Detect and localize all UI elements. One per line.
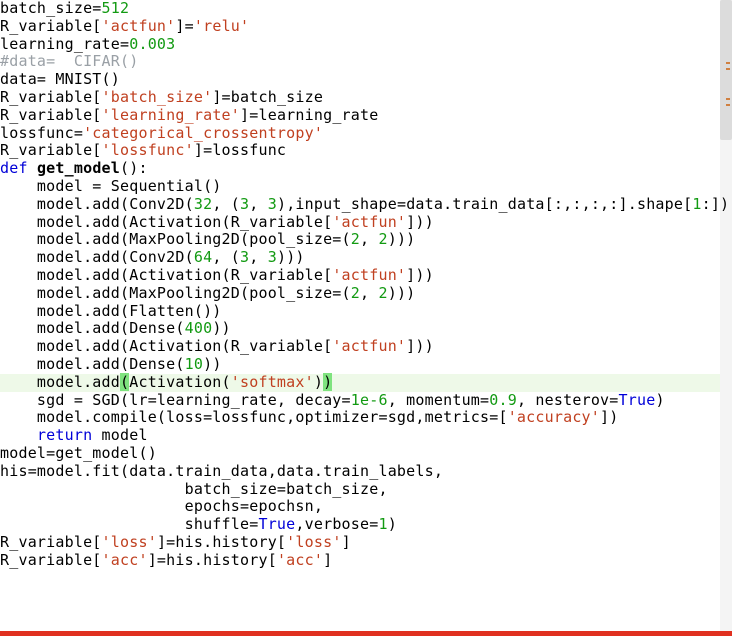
overview-mark [726,62,730,64]
code-line[interactable]: R_variable['loss']=his.history['loss'] [0,534,720,552]
code-line[interactable]: his=model.fit(data.train_data,data.train… [0,463,720,481]
code-line[interactable]: R_variable['learning_rate']=learning_rat… [0,107,720,125]
code-line[interactable]: shuffle=True,verbose=1) [0,516,720,534]
code-line[interactable]: R_variable['actfun']='relu' [0,18,720,36]
error-bar [0,631,732,636]
code-line[interactable]: batch_size=512 [0,0,720,18]
code-line[interactable]: model.add(Conv2D(32, (3, 3),input_shape=… [0,196,720,214]
code-line[interactable]: data= MNIST() [0,71,720,89]
code-line[interactable]: model.add(Dense(10)) [0,356,720,374]
code-line[interactable]: model.add(Flatten()) [0,303,720,321]
code-line[interactable]: sgd = SGD(lr=learning_rate, decay=1e-6, … [0,392,720,410]
overview-mark [726,68,730,70]
code-line[interactable]: model.add(Activation(R_variable['actfun'… [0,214,720,232]
code-area[interactable]: batch_size=512R_variable['actfun']='relu… [0,0,720,570]
code-line[interactable]: model.compile(loss=lossfunc,optimizer=sg… [0,409,720,427]
code-line[interactable]: model.add(Activation('softmax')) [0,374,720,392]
overview-mark [726,98,730,100]
code-line[interactable]: R_variable['acc']=his.history['acc'] [0,552,720,570]
code-line[interactable]: model.add(Conv2D(64, (3, 3))) [0,249,720,267]
code-line[interactable]: epochs=epochsn, [0,498,720,516]
scrollbar-thumb[interactable] [720,0,732,140]
code-line[interactable]: model.add(Activation(R_variable['actfun'… [0,338,720,356]
code-line[interactable]: R_variable['batch_size']=batch_size [0,89,720,107]
code-line[interactable]: model = Sequential() [0,178,720,196]
code-line[interactable]: model=get_model() [0,445,720,463]
code-line[interactable]: model.add(Dense(400)) [0,320,720,338]
overview-mark [726,104,730,106]
code-line[interactable]: learning_rate=0.003 [0,36,720,54]
code-line[interactable]: model.add(Activation(R_variable['actfun'… [0,267,720,285]
code-line[interactable]: batch_size=batch_size, [0,481,720,499]
code-line[interactable]: lossfunc='categorical_crossentropy' [0,125,720,143]
code-line[interactable]: return model [0,427,720,445]
code-line[interactable]: model.add(MaxPooling2D(pool_size=(2, 2))… [0,231,720,249]
code-line[interactable]: def get_model(): [0,160,720,178]
code-line[interactable]: #data= CIFAR() [0,53,720,71]
editor-viewport: batch_size=512R_variable['actfun']='relu… [0,0,732,636]
code-line[interactable]: model.add(MaxPooling2D(pool_size=(2, 2))… [0,285,720,303]
code-line[interactable]: R_variable['lossfunc']=lossfunc [0,142,720,160]
